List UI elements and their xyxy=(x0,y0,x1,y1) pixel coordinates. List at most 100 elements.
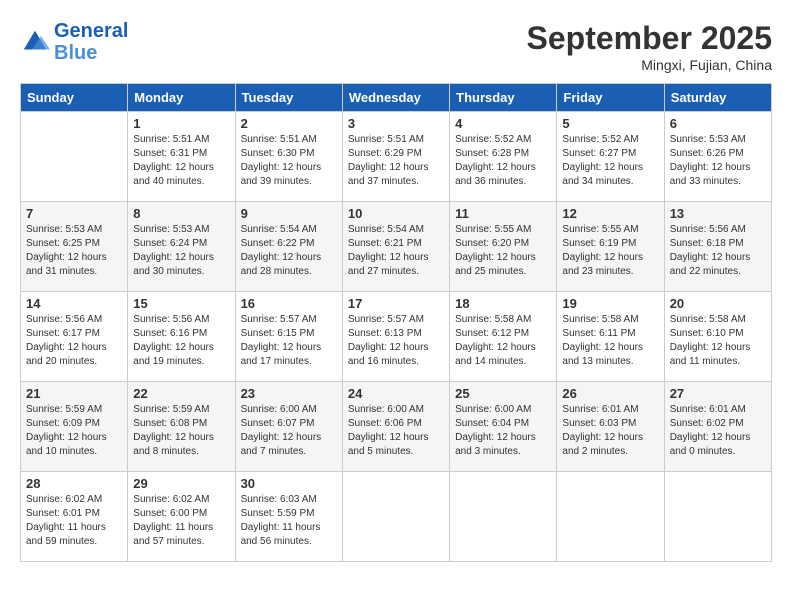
month-title: September 2025 xyxy=(527,20,772,57)
calendar-cell: 5 Sunrise: 5:52 AM Sunset: 6:27 PM Daylig… xyxy=(557,112,664,202)
day-number: 28 xyxy=(26,476,122,491)
calendar-cell: 12 Sunrise: 5:55 AM Sunset: 6:19 PM Dayli… xyxy=(557,202,664,292)
day-number: 2 xyxy=(241,116,337,131)
calendar-table: SundayMondayTuesdayWednesdayThursdayFrid… xyxy=(20,83,772,562)
day-info: Sunrise: 6:00 AM Sunset: 6:07 PM Dayligh… xyxy=(241,403,337,459)
logo-icon xyxy=(20,27,50,57)
day-number: 25 xyxy=(455,386,551,401)
day-info: Sunrise: 5:59 AM Sunset: 6:09 PM Dayligh… xyxy=(26,403,122,459)
calendar-cell: 30Sunrise: 6:03 AM Sunset: 5:59 PM Dayli… xyxy=(235,472,342,562)
weekday-header-tuesday: Tuesday xyxy=(235,84,342,112)
weekday-header-wednesday: Wednesday xyxy=(342,84,449,112)
day-number: 14 xyxy=(26,296,122,311)
day-info: Sunrise: 5:57 AM Sunset: 6:15 PM Dayligh… xyxy=(241,313,337,369)
calendar-cell: 17 Sunrise: 5:57 AM Sunset: 6:13 PM Dayli… xyxy=(342,292,449,382)
day-info: Sunrise: 5:57 AM Sunset: 6:13 PM Dayligh… xyxy=(348,313,444,369)
day-number: 15 xyxy=(133,296,229,311)
weekday-header-row: SundayMondayTuesdayWednesdayThursdayFrid… xyxy=(21,84,772,112)
week-row-3: 21 Sunrise: 5:59 AM Sunset: 6:09 PM Dayli… xyxy=(21,382,772,472)
day-info: Sunrise: 5:55 AM Sunset: 6:20 PM Dayligh… xyxy=(455,223,551,279)
day-info: Sunrise: 5:56 AM Sunset: 6:17 PM Dayligh… xyxy=(26,313,122,369)
calendar-cell: 15 Sunrise: 5:56 AM Sunset: 6:16 PM Dayli… xyxy=(128,292,235,382)
day-number: 8 xyxy=(133,206,229,221)
calendar-cell xyxy=(557,472,664,562)
weekday-header-monday: Monday xyxy=(128,84,235,112)
day-number: 11 xyxy=(455,206,551,221)
calendar-cell: 25Sunrise: 6:00 AM Sunset: 6:04 PM Dayli… xyxy=(450,382,557,472)
day-info: Sunrise: 5:55 AM Sunset: 6:19 PM Dayligh… xyxy=(562,223,658,279)
day-info: Sunrise: 5:54 AM Sunset: 6:22 PM Dayligh… xyxy=(241,223,337,279)
day-number: 30 xyxy=(241,476,337,491)
calendar-cell: 19 Sunrise: 5:58 AM Sunset: 6:11 PM Dayli… xyxy=(557,292,664,382)
page-header: General Blue September 2025 Mingxi, Fuji… xyxy=(20,20,772,73)
day-info: Sunrise: 5:53 AM Sunset: 6:26 PM Dayligh… xyxy=(670,133,766,189)
weekday-header-friday: Friday xyxy=(557,84,664,112)
day-info: Sunrise: 5:53 AM Sunset: 6:25 PM Dayligh… xyxy=(26,223,122,279)
day-info: Sunrise: 5:56 AM Sunset: 6:16 PM Dayligh… xyxy=(133,313,229,369)
day-number: 13 xyxy=(670,206,766,221)
calendar-cell: 14 Sunrise: 5:56 AM Sunset: 6:17 PM Dayli… xyxy=(21,292,128,382)
day-number: 20 xyxy=(670,296,766,311)
calendar-cell: 24Sunrise: 6:00 AM Sunset: 6:06 PM Dayli… xyxy=(342,382,449,472)
day-info: Sunrise: 5:52 AM Sunset: 6:27 PM Dayligh… xyxy=(562,133,658,189)
calendar-cell: 4Sunrise: 5:52 AM Sunset: 6:28 PM Daylig… xyxy=(450,112,557,202)
day-number: 21 xyxy=(26,386,122,401)
calendar-cell: 3Sunrise: 5:51 AM Sunset: 6:29 PM Daylig… xyxy=(342,112,449,202)
day-number: 27 xyxy=(670,386,766,401)
calendar-cell: 13Sunrise: 5:56 AM Sunset: 6:18 PM Dayli… xyxy=(664,202,771,292)
day-number: 16 xyxy=(241,296,337,311)
calendar-cell: 11 Sunrise: 5:55 AM Sunset: 6:20 PM Dayli… xyxy=(450,202,557,292)
day-info: Sunrise: 6:00 AM Sunset: 6:06 PM Dayligh… xyxy=(348,403,444,459)
calendar-cell: 9 Sunrise: 5:54 AM Sunset: 6:22 PM Daylig… xyxy=(235,202,342,292)
calendar-cell: 27 Sunrise: 6:01 AM Sunset: 6:02 PM Dayli… xyxy=(664,382,771,472)
day-number: 5 xyxy=(562,116,658,131)
day-info: Sunrise: 6:01 AM Sunset: 6:02 PM Dayligh… xyxy=(670,403,766,459)
day-info: Sunrise: 5:58 AM Sunset: 6:10 PM Dayligh… xyxy=(670,313,766,369)
day-info: Sunrise: 5:59 AM Sunset: 6:08 PM Dayligh… xyxy=(133,403,229,459)
day-info: Sunrise: 5:53 AM Sunset: 6:24 PM Dayligh… xyxy=(133,223,229,279)
day-number: 7 xyxy=(26,206,122,221)
calendar-cell xyxy=(450,472,557,562)
day-info: Sunrise: 5:51 AM Sunset: 6:31 PM Dayligh… xyxy=(133,133,229,189)
day-number: 19 xyxy=(562,296,658,311)
calendar-cell: 2Sunrise: 5:51 AM Sunset: 6:30 PM Daylig… xyxy=(235,112,342,202)
calendar-cell: 1 Sunrise: 5:51 AM Sunset: 6:31 PM Daylig… xyxy=(128,112,235,202)
week-row-0: 1 Sunrise: 5:51 AM Sunset: 6:31 PM Daylig… xyxy=(21,112,772,202)
weekday-header-sunday: Sunday xyxy=(21,84,128,112)
day-number: 1 xyxy=(133,116,229,131)
calendar-cell xyxy=(342,472,449,562)
day-info: Sunrise: 5:58 AM Sunset: 6:12 PM Dayligh… xyxy=(455,313,551,369)
day-number: 18 xyxy=(455,296,551,311)
day-info: Sunrise: 5:54 AM Sunset: 6:21 PM Dayligh… xyxy=(348,223,444,279)
day-number: 17 xyxy=(348,296,444,311)
calendar-cell: 29 Sunrise: 6:02 AM Sunset: 6:00 PM Dayli… xyxy=(128,472,235,562)
logo-line1: General xyxy=(54,20,128,42)
calendar-cell: 28 Sunrise: 6:02 AM Sunset: 6:01 PM Dayli… xyxy=(21,472,128,562)
day-info: Sunrise: 6:02 AM Sunset: 6:01 PM Dayligh… xyxy=(26,493,122,549)
calendar-cell: 20 Sunrise: 5:58 AM Sunset: 6:10 PM Dayli… xyxy=(664,292,771,382)
calendar-cell: 10Sunrise: 5:54 AM Sunset: 6:21 PM Dayli… xyxy=(342,202,449,292)
weekday-header-thursday: Thursday xyxy=(450,84,557,112)
logo: General Blue xyxy=(20,20,128,64)
day-number: 29 xyxy=(133,476,229,491)
calendar-cell: 7 Sunrise: 5:53 AM Sunset: 6:25 PM Daylig… xyxy=(21,202,128,292)
calendar-cell: 8 Sunrise: 5:53 AM Sunset: 6:24 PM Daylig… xyxy=(128,202,235,292)
day-info: Sunrise: 6:02 AM Sunset: 6:00 PM Dayligh… xyxy=(133,493,229,549)
calendar-cell: 26Sunrise: 6:01 AM Sunset: 6:03 PM Dayli… xyxy=(557,382,664,472)
calendar-cell xyxy=(21,112,128,202)
calendar-cell: 16 Sunrise: 5:57 AM Sunset: 6:15 PM Dayli… xyxy=(235,292,342,382)
day-info: Sunrise: 5:58 AM Sunset: 6:11 PM Dayligh… xyxy=(562,313,658,369)
calendar-cell: 18 Sunrise: 5:58 AM Sunset: 6:12 PM Dayli… xyxy=(450,292,557,382)
day-number: 3 xyxy=(348,116,444,131)
logo-text: General Blue xyxy=(54,20,128,64)
calendar-cell xyxy=(664,472,771,562)
location: Mingxi, Fujian, China xyxy=(527,57,772,73)
calendar-cell: 23Sunrise: 6:00 AM Sunset: 6:07 PM Dayli… xyxy=(235,382,342,472)
day-number: 12 xyxy=(562,206,658,221)
day-number: 4 xyxy=(455,116,551,131)
week-row-1: 7 Sunrise: 5:53 AM Sunset: 6:25 PM Daylig… xyxy=(21,202,772,292)
day-number: 9 xyxy=(241,206,337,221)
calendar-cell: 21 Sunrise: 5:59 AM Sunset: 6:09 PM Dayli… xyxy=(21,382,128,472)
day-number: 6 xyxy=(670,116,766,131)
calendar-cell: 6 Sunrise: 5:53 AM Sunset: 6:26 PM Daylig… xyxy=(664,112,771,202)
